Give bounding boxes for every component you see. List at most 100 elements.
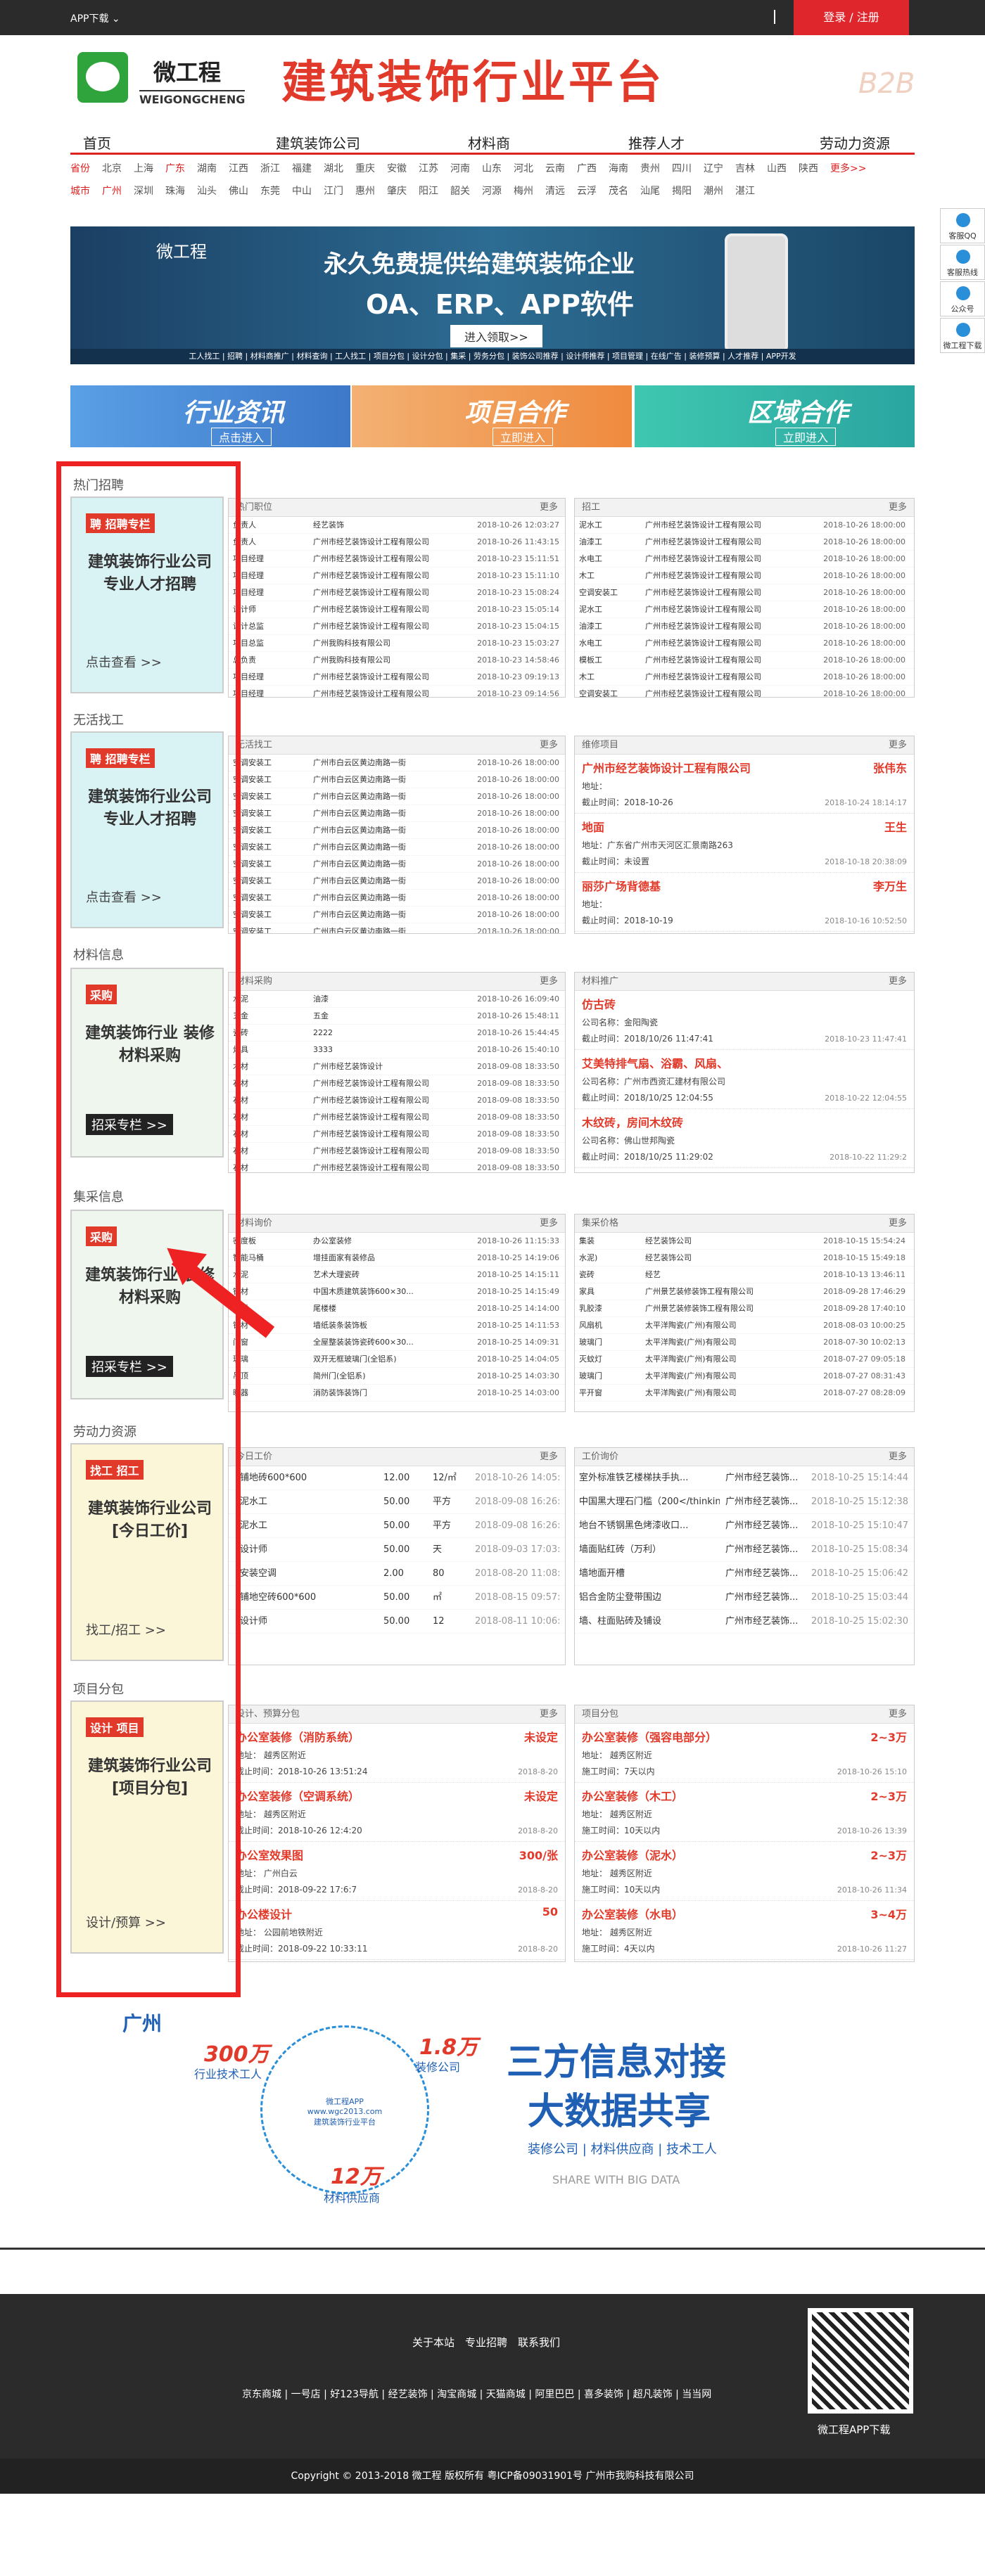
- city-link[interactable]: 湛江: [735, 186, 755, 197]
- list-row[interactable]: 木工 广州市经艺装饰设计工程有限公司 2018-10-26 18:00:00: [575, 568, 914, 584]
- list-row[interactable]: 水泥 艺术大理瓷砖 2018-10-25 14:15:11: [229, 1267, 565, 1283]
- ad-link[interactable]: 招采专栏 >>: [86, 1114, 173, 1135]
- more-link[interactable]: 更多: [540, 736, 558, 755]
- list-row[interactable]: 负责人 广州市经艺装饰设计工程有限公司 2018-10-26 11:43:15: [229, 534, 565, 551]
- city-link[interactable]: 江西: [229, 163, 248, 174]
- list-row[interactable]: 密度板 办公室装修 2018-10-26 11:15:33: [229, 1233, 565, 1250]
- nav-materials[interactable]: 材料商: [468, 132, 510, 153]
- city-link[interactable]: 云浮: [577, 186, 597, 197]
- list-row[interactable]: 中国黑大理石门槛（200</thinking>... 广州市经艺装饰... 2018…: [575, 1490, 914, 1514]
- nav-home[interactable]: 首页: [83, 132, 111, 153]
- more-link[interactable]: 更多: [889, 1448, 907, 1466]
- city-link[interactable]: 汕尾: [640, 186, 660, 197]
- list-row[interactable]: 智能马桶 增挂面家有装修品 2018-10-25 14:19:06: [229, 1250, 565, 1267]
- city-link[interactable]: 汕头: [197, 186, 217, 197]
- list-row[interactable]: 水泥) 经艺装饰公司 2018-10-15 15:49:18: [575, 1250, 914, 1267]
- city-link[interactable]: 安徽: [387, 163, 407, 174]
- list-row[interactable]: 玻璃门 太平洋陶瓷(广州)有限公司 2018-07-27 08:31:43: [575, 1368, 914, 1385]
- ad-link[interactable]: 招采专栏 >>: [86, 1356, 173, 1377]
- city-link[interactable]: 韶关: [450, 186, 470, 197]
- list-row[interactable]: 负责人 经艺装饰 2018-10-26 12:03:27: [229, 517, 565, 534]
- list-row[interactable]: 空调安装工 广州市白云区黄边南路一街 2018-10-26 18:00:00: [229, 822, 565, 839]
- list-row[interactable]: 水电工 广州市经艺装饰设计工程有限公司 2018-10-26 18:00:00: [575, 551, 914, 568]
- city-link[interactable]: 湖北: [324, 163, 343, 174]
- list-row[interactable]: 五金 五金 2018-10-26 15:48:11: [229, 1008, 565, 1025]
- city-link[interactable]: 海南: [609, 163, 628, 174]
- list-row[interactable]: 空调安装工 广州市白云区黄边南路一街 2018-10-26 18:00:00: [229, 856, 565, 873]
- list-row[interactable]: 泥水工 50.00 平方 2018-09-08 16:26:48: [229, 1514, 565, 1538]
- list-row[interactable]: 石材 广州市经艺装饰设计工程有限公司 2018-09-08 18:33:50: [229, 1109, 565, 1126]
- list-row[interactable]: 铝合金防尘登带围边 广州市经艺装饰... 2018-10-25 15:03:44: [575, 1586, 914, 1610]
- labor-ad[interactable]: 找工 招工 建筑装饰行业公司 [今日工价] 找工/招工 >>: [70, 1443, 224, 1661]
- city-link[interactable]: 湖南: [197, 163, 217, 174]
- list-row[interactable]: 地台不锈钢黑色烤漆收口... 广州市经艺装饰... 2018-10-25 15:10…: [575, 1514, 914, 1538]
- list-row[interactable]: 瓷砖 2222 2018-10-26 15:44:45: [229, 1025, 565, 1042]
- city-link[interactable]: 深圳: [134, 186, 153, 197]
- info-card[interactable]: 办公室装修（泥水） 2~3万 地址： 越秀区附近 施工时间：10天以内 2018-10-…: [575, 1842, 914, 1901]
- list-row[interactable]: 空调安装工 广州市白云区黄边南路一街 2018-10-26 18:00:00: [229, 805, 565, 822]
- bigdata-banner[interactable]: 广州 微工程APP www.wgc2013.com 建筑装饰行业平台 300万 …: [70, 2004, 915, 2215]
- nav-labor[interactable]: 劳动力资源: [820, 132, 890, 153]
- list-row[interactable]: 油漆工 广州市经艺装饰设计工程有限公司 2018-10-26 18:00:00: [575, 534, 914, 551]
- hot-jobs-ad[interactable]: 聘 招聘专栏 建筑装饰行业公司 专业人才招聘 点击查看 >>: [70, 496, 224, 693]
- city-link[interactable]: 江苏: [419, 163, 438, 174]
- nav-companies[interactable]: 建筑装饰公司: [276, 132, 360, 153]
- city-link[interactable]: 山东: [482, 163, 502, 174]
- logo-icon[interactable]: [77, 52, 128, 103]
- city-link[interactable]: 上海: [134, 163, 153, 174]
- more-link[interactable]: 更多: [540, 1705, 558, 1724]
- promo-button[interactable]: 点击进入: [211, 428, 272, 446]
- banner-enter-button[interactable]: 进入领取>>: [450, 325, 542, 347]
- city-link[interactable]: 陕西: [799, 163, 818, 174]
- more-link[interactable]: 更多: [889, 499, 907, 517]
- city-link[interactable]: 肇庆: [387, 186, 407, 197]
- city-link[interactable]: 江门: [324, 186, 343, 197]
- more-link[interactable]: 更多: [540, 973, 558, 991]
- promo-project-cooperation[interactable]: 项目合作 立即进入: [352, 385, 632, 447]
- info-card[interactable]: 办公室装修（强容电部分） 2~3万 地址： 越秀区附近 施工时间：7天以内 2018-1…: [575, 1724, 914, 1783]
- list-row[interactable]: 模板工 广州市经艺装饰设计工程有限公司 2018-10-26 18:00:00: [575, 652, 914, 669]
- list-row[interactable]: 灭蚊灯 太平洋陶瓷(广州)有限公司 2018-07-27 09:05:18: [575, 1351, 914, 1368]
- idle-workers-ad[interactable]: 聘 招聘专栏 建筑装饰行业公司 专业人才招聘 点击查看 >>: [70, 731, 224, 928]
- list-row[interactable]: 空调安装工 广州市经艺装饰设计工程有限公司 2018-10-26 18:00:00: [575, 584, 914, 601]
- list-row[interactable]: 石材 广州市经艺装饰设计工程有限公司 2018-09-08 18:33:50: [229, 1143, 565, 1160]
- list-row[interactable]: 空调安装工 广州市经艺装饰设计工程有限公司 2018-10-26 18:00:00: [575, 686, 914, 697]
- city-link[interactable]: 河源: [482, 186, 502, 197]
- list-row[interactable]: 空调安装工 广州市白云区黄边南路一街 2018-10-26 18:00:00: [229, 771, 565, 788]
- list-row[interactable]: 空调安装工 广州市白云区黄边南路一街 2018-10-26 18:00:00: [229, 839, 565, 856]
- login-register-button[interactable]: 登录 / 注册: [794, 0, 909, 35]
- list-row[interactable]: 空调安装工 广州市白云区黄边南路一街 2018-10-26 18:00:00: [229, 788, 565, 805]
- ad-link[interactable]: 点击查看 >>: [86, 653, 162, 671]
- city-link[interactable]: 河北: [514, 163, 533, 174]
- banner-links[interactable]: 工人找工 | 招聘 | 材料商推广 | 材料查询 | 工人找工 | 项目分包 |…: [70, 349, 915, 364]
- more-link[interactable]: 更多: [889, 1705, 907, 1724]
- list-row[interactable]: 风扇机 太平洋陶瓷(广州)有限公司 2018-08-03 10:00:25: [575, 1317, 914, 1334]
- list-row[interactable]: 总负责 广州我购科技有限公司 2018-10-23 14:58:46: [229, 652, 565, 669]
- list-row[interactable]: 空调安装工 广州市白云区黄边南路一街 2018-10-26 18:00:00: [229, 873, 565, 890]
- city-link[interactable]: 潮州: [704, 186, 723, 197]
- list-row[interactable]: 设计师 广州市经艺装饰设计工程有限公司 2018-10-23 15:05:14: [229, 601, 565, 618]
- city-link[interactable]: 惠州: [355, 186, 375, 197]
- list-row[interactable]: 空调安装工 广州市白云区黄边南路一街 2018-10-26 18:00:00: [229, 923, 565, 933]
- more-link[interactable]: 更多: [889, 973, 907, 991]
- list-row[interactable]: 设计总监 广州市经艺装饰设计工程有限公司 2018-10-23 15:04:15: [229, 618, 565, 635]
- list-row[interactable]: 乳胶漆 广州景艺装修装饰工程有限公司 2018-09-28 17:40:10: [575, 1300, 914, 1317]
- wechat-account-icon[interactable]: 公众号: [940, 281, 985, 316]
- nav-talent[interactable]: 推荐人才: [628, 132, 685, 153]
- list-row[interactable]: 石材 广州市经艺装饰设计工程有限公司 2018-09-08 18:33:50: [229, 1075, 565, 1092]
- city-link[interactable]: 四川: [672, 163, 692, 174]
- list-row[interactable]: 家具 广州景艺装修装饰工程有限公司 2018-09-28 17:46:29: [575, 1283, 914, 1300]
- city-link[interactable]: 清远: [545, 186, 565, 197]
- info-card[interactable]: 办公室效果图 300/张 地址： 广州白云 截止时间：2018-09-22 17:6:…: [229, 1842, 565, 1901]
- city-link[interactable]: 广东: [165, 163, 185, 174]
- promo-button[interactable]: 立即进入: [493, 428, 554, 446]
- list-row[interactable]: 设计师 50.00 天 2018-09-03 17:03:41: [229, 1538, 565, 1562]
- list-row[interactable]: 钢材 中国木质建筑装饰600×30... 2018-10-25 14:15:49: [229, 1283, 565, 1300]
- list-row[interactable]: 墙面贴红砖（万利） 广州市经艺装饰... 2018-10-25 15:08:34: [575, 1538, 914, 1562]
- list-row[interactable]: 泥水工 广州市经艺装饰设计工程有限公司 2018-10-26 18:00:00: [575, 601, 914, 618]
- city-link[interactable]: 云南: [545, 163, 565, 174]
- city-link[interactable]: 揭阳: [672, 186, 692, 197]
- city-link[interactable]: 更多>>: [830, 163, 866, 174]
- list-row[interactable]: 吊顶 简州门(全铝系) 2018-10-25 14:03:30: [229, 1368, 565, 1385]
- list-row[interactable]: 水电工 广州市经艺装饰设计工程有限公司 2018-10-26 18:00:00: [575, 635, 914, 652]
